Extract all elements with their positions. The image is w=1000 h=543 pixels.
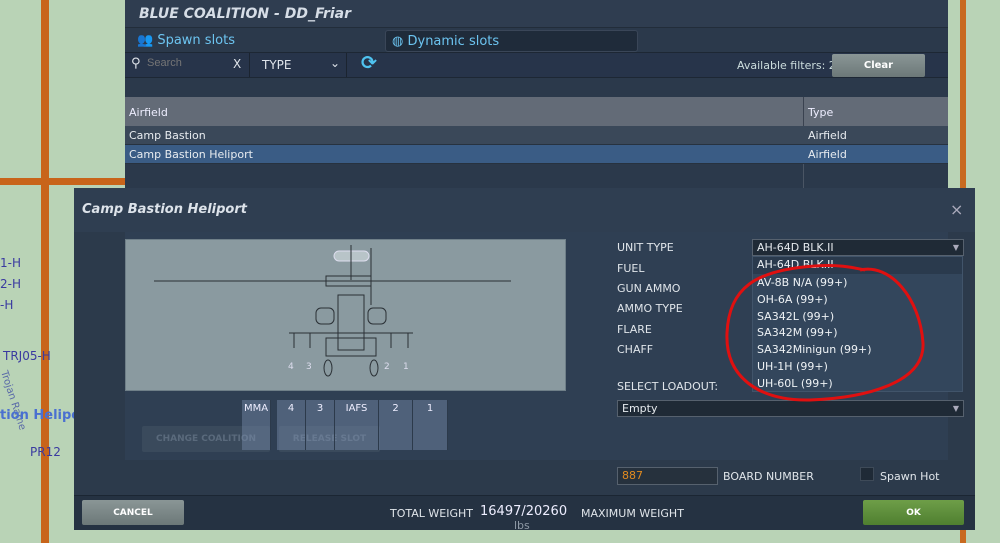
map-label: -H xyxy=(0,298,14,312)
column-header-type[interactable]: Type xyxy=(808,106,833,119)
unit-type-label: UNIT TYPE xyxy=(617,241,674,254)
dialog-title: Camp Bastion Heliport xyxy=(74,188,975,232)
select-loadout-label: SELECT LOADOUT: xyxy=(617,380,719,393)
users-icon: 👥 xyxy=(137,33,154,48)
pylon-label: 1 xyxy=(403,362,409,372)
caret-down-icon: ▼ xyxy=(952,243,959,252)
pylon-3[interactable]: 3 xyxy=(306,400,335,450)
clear-filters-button[interactable]: Clear xyxy=(832,54,925,77)
table-row[interactable]: Camp Bastion Airfield xyxy=(125,126,948,145)
pylon-1[interactable]: 1 xyxy=(413,400,448,450)
available-filters-text: Available filters: 2 xyxy=(737,59,836,72)
total-weight-value: 16497/20260 xyxy=(480,504,568,519)
pylon-label: 3 xyxy=(306,362,312,372)
caret-down-icon: ▼ xyxy=(952,404,959,413)
type-filter-dropdown[interactable]: TYPE ⌄ xyxy=(249,53,347,77)
leaf-icon: ◍ xyxy=(392,34,404,49)
table-header: Airfield Type xyxy=(125,97,948,126)
panel-title: BLUE COALITION - DD_Friar xyxy=(125,0,948,28)
pylon-mma[interactable]: MMA xyxy=(242,400,271,450)
airfield-name: Camp Bastion Heliport xyxy=(129,148,253,161)
map-road xyxy=(41,0,49,543)
map-label: 2-H xyxy=(0,277,21,291)
close-icon[interactable]: × xyxy=(950,200,963,219)
map-road xyxy=(0,178,125,185)
loadout-value: Empty xyxy=(622,402,658,415)
column-header-airfield[interactable]: Airfield xyxy=(129,106,168,119)
annotation-circle xyxy=(725,264,925,402)
chaff-label: CHAFF xyxy=(617,343,654,356)
clear-search-icon[interactable]: X xyxy=(233,57,241,71)
map-label: 1-H xyxy=(0,256,21,270)
refresh-icon[interactable]: ⟳ xyxy=(361,52,377,74)
tab-label: Spawn slots xyxy=(157,33,236,48)
chevron-down-icon: ⌄ xyxy=(330,56,341,70)
fuel-label: FUEL xyxy=(617,262,645,275)
aircraft-schematic: 4 3 2 1 xyxy=(125,239,566,391)
flare-label: FLARE xyxy=(617,323,652,336)
map-label: TRJ05-H xyxy=(3,349,51,363)
pylon-iafs[interactable]: IAFS xyxy=(335,400,379,450)
type-filter-label: TYPE xyxy=(262,58,292,72)
cancel-button[interactable]: CANCEL xyxy=(82,500,184,525)
spawn-hot-checkbox[interactable] xyxy=(860,467,874,481)
unit-type-value: AH-64D BLK.II xyxy=(757,241,834,254)
pylon-2[interactable]: 2 xyxy=(379,400,413,450)
ammo-type-label: AMMO TYPE xyxy=(617,302,683,315)
airfield-name: Camp Bastion xyxy=(129,129,206,142)
pylon-4[interactable]: 4 xyxy=(277,400,306,450)
map-label: PR12 xyxy=(30,445,61,459)
search-icon: ⚲ xyxy=(131,56,141,71)
unit-type-select[interactable]: AH-64D BLK.II ▼ xyxy=(752,239,964,256)
total-weight-label: TOTAL WEIGHT xyxy=(390,507,473,520)
maximum-weight-label: MAXIMUM WEIGHT xyxy=(581,507,684,520)
weight-unit: lbs xyxy=(514,519,530,532)
spawn-hot-label: Spawn Hot xyxy=(880,470,940,483)
tab-label: Dynamic slots xyxy=(407,34,500,49)
board-number-input[interactable]: 887 xyxy=(617,467,718,485)
ok-button[interactable]: OK xyxy=(863,500,964,525)
filter-bar: ⚲ X TYPE ⌄ ⟳ Available filters: 2 Clear xyxy=(125,52,948,78)
tab-spawn-slots[interactable]: 👥 Spawn slots xyxy=(131,30,241,52)
search-input[interactable] xyxy=(147,57,227,69)
board-number-label: BOARD NUMBER xyxy=(723,470,814,483)
pylon-label: 2 xyxy=(384,362,390,372)
gun-ammo-label: GUN AMMO xyxy=(617,282,681,295)
table-row-selected[interactable]: Camp Bastion Heliport Airfield xyxy=(125,145,948,164)
helicopter-icon xyxy=(154,245,511,377)
airfield-type: Airfield xyxy=(808,129,847,142)
tab-dynamic-slots[interactable]: ◍ Dynamic slots xyxy=(385,30,638,52)
airfield-type: Airfield xyxy=(808,148,847,161)
pylon-label: 4 xyxy=(288,362,294,372)
